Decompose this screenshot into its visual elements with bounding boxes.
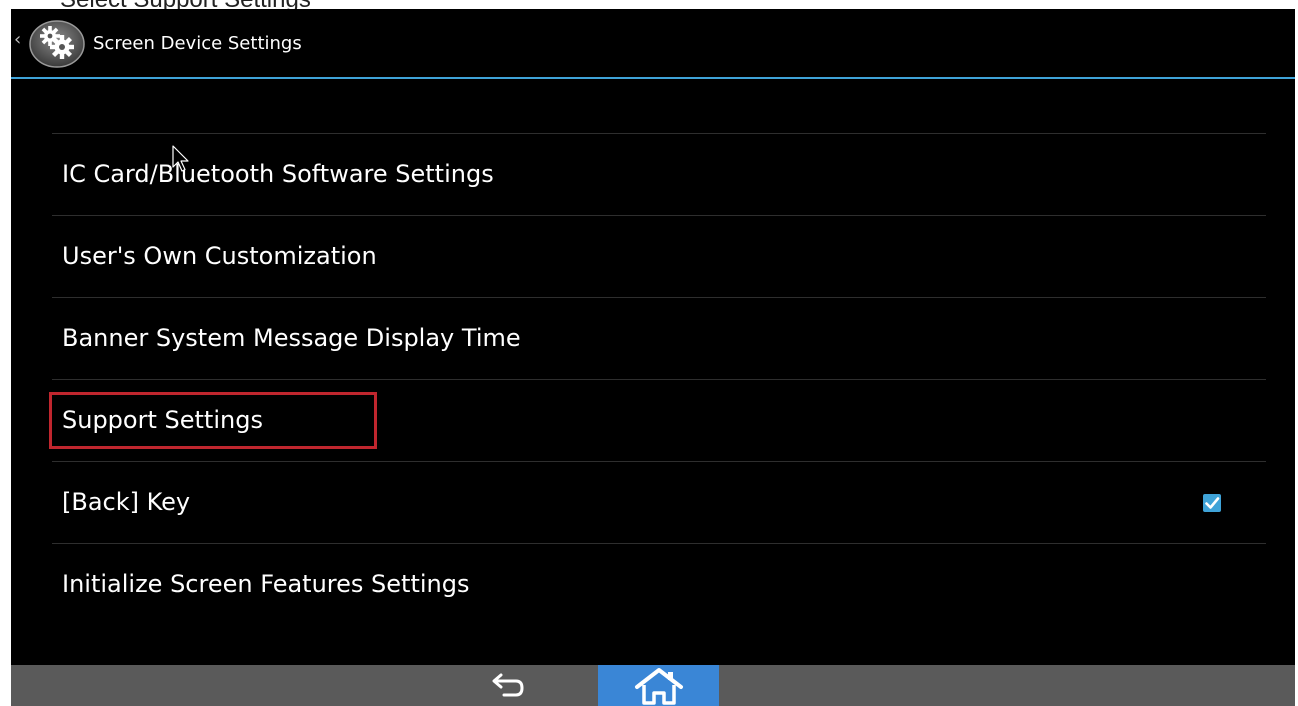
list-item-label: Banner System Message Display Time (62, 324, 521, 352)
checkbox-checked-icon[interactable] (1202, 493, 1222, 513)
list-item-back-key[interactable]: [Back] Key (52, 461, 1266, 543)
nav-home-button[interactable] (598, 665, 719, 706)
nav-back-button[interactable] (481, 669, 531, 705)
gear-settings-icon[interactable] (28, 18, 86, 68)
list-item-initialize-screen-features[interactable]: Initialize Screen Features Settings (52, 543, 1266, 625)
home-icon (634, 667, 683, 705)
bottom-navigation-bar (11, 665, 1295, 706)
mouse-pointer-icon (172, 145, 189, 172)
screen-title: Screen Device Settings (93, 33, 302, 54)
list-item-label: IC Card/Bluetooth Software Settings (62, 160, 494, 188)
list-item-ic-card-bluetooth[interactable]: IC Card/Bluetooth Software Settings (52, 133, 1266, 215)
list-item-label: Initialize Screen Features Settings (62, 570, 470, 598)
list-item-users-own-customization[interactable]: User's Own Customization (52, 215, 1266, 297)
highlight-box (49, 392, 377, 449)
list-item-label: User's Own Customization (62, 242, 377, 270)
header-bar: ‹ Screen Device Settings (11, 9, 1295, 79)
list-item-label: [Back] Key (62, 488, 191, 516)
device-screen: ‹ Screen Device Settings IC Card/Bluetoo… (11, 9, 1295, 706)
back-chevron-icon[interactable]: ‹ (14, 31, 21, 49)
undo-arrow-icon (492, 673, 524, 697)
list-item-banner-message-time[interactable]: Banner System Message Display Time (52, 297, 1266, 379)
settings-list: IC Card/Bluetooth Software Settings User… (52, 133, 1266, 625)
